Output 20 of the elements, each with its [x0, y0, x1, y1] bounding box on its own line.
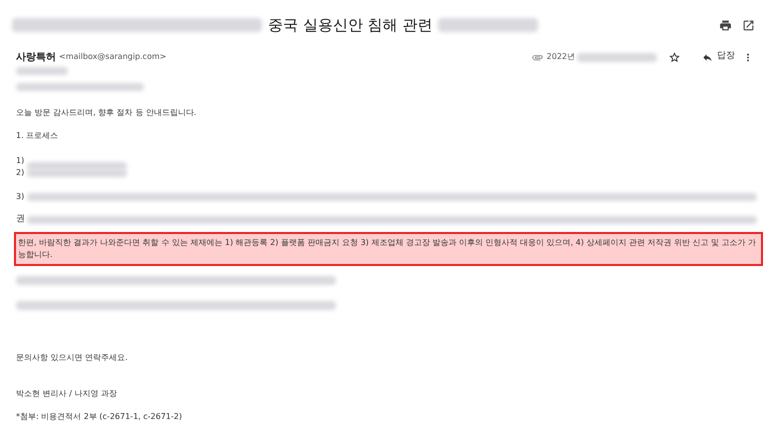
open-in-new-window-icon[interactable]: [742, 18, 755, 32]
list-number: 3): [16, 191, 25, 203]
body-text: 박소현 변리사 / 나지영 과장: [16, 388, 117, 400]
email-subject: 중국 실용신안 침해 관련: [268, 14, 432, 36]
list-number: 2): [16, 167, 25, 179]
body-text: 문의사항 있으시면 연락주세요.: [16, 352, 128, 364]
list-number: 권: [16, 213, 25, 226]
sender-email: <mailbox@sarangip.com>: [59, 51, 166, 63]
star-icon[interactable]: [669, 52, 680, 62]
list-number: 1): [16, 155, 25, 167]
print-icon[interactable]: [719, 18, 732, 32]
highlighted-paragraph: 한편, 바람직한 결과가 나와준다면 취할 수 있는 제재에는 1) 해관등록 2) 플랫폼 판매금지 요청 3) 제조업체 경고장 발송과 이후의 민형사적 대응이 있으며, 4) 상세페이지 관련 저작권 위반 신고 및 고소가 가능합니다.: [14, 232, 763, 266]
email-date: 2022년: [546, 51, 575, 63]
body-text: 1. 프로세스: [16, 130, 58, 142]
reply-icon: [702, 52, 713, 62]
body-text: 오늘 방문 감사드리며, 향후 절차 등 안내드립니다.: [16, 107, 196, 119]
reply-button[interactable]: 답장: [702, 50, 735, 64]
redaction-bar: [16, 67, 68, 75]
body-text: *첨부: 비용견적서 2부 (c-2671-1, c-2671-2): [16, 411, 182, 423]
sender-name: 사랑특허: [16, 50, 56, 64]
